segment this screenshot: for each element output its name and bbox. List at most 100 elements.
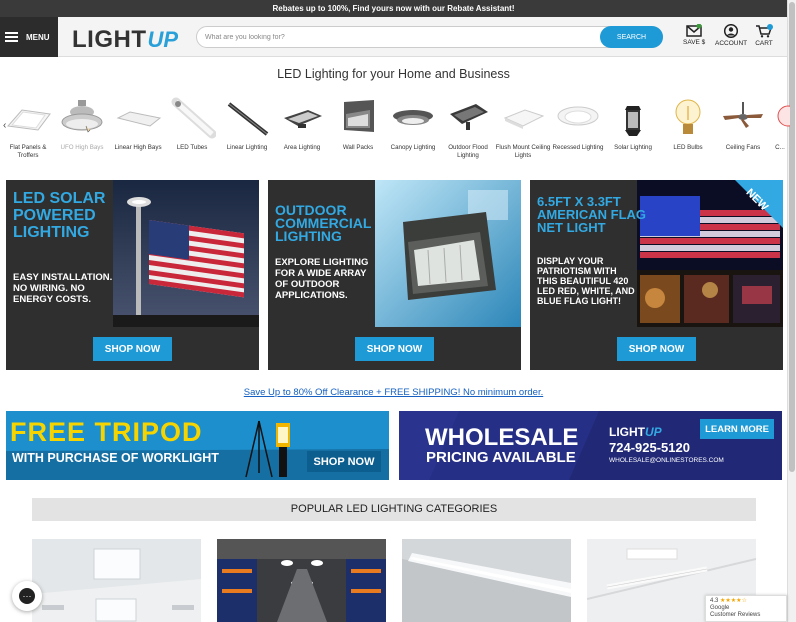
- chat-icon: ···: [19, 588, 35, 604]
- search-bar: SEARCH: [196, 26, 663, 48]
- logo-up-text: UP: [147, 27, 179, 52]
- category-label: UFO High Bays: [60, 144, 104, 151]
- outdoor-promo-subtext: EXPLORE LIGHTING FOR A WIDE ARRAY OF OUT…: [275, 257, 369, 301]
- led-tube-image: [168, 96, 217, 140]
- category-label: Outdoor Flood Lighting: [448, 144, 488, 159]
- flag-promo-headline: 6.5FT X 3.3FT AMERICAN FLAG NET LIGHT: [537, 194, 647, 235]
- solar-promo-headline: LED SOLAR POWERED LIGHTING: [13, 190, 106, 241]
- category-canopy-lighting[interactable]: Canopy Lighting: [385, 96, 441, 152]
- flush-mount-image: [499, 96, 547, 140]
- area-light-image: [278, 96, 326, 140]
- google-reviews-badge[interactable]: 4.3 ★★★★☆ Google Customer Reviews: [705, 595, 787, 622]
- free-tripod-banner[interactable]: FREE TRIPOD WITH PURCHASE OF WORKLIGHT S…: [6, 411, 389, 480]
- category-label: Wall Packs: [342, 144, 374, 151]
- hamburger-icon: [5, 32, 18, 42]
- clearance-link[interactable]: Save Up to 80% Off Clearance + FREE SHIP…: [0, 387, 787, 398]
- chat-widget-button[interactable]: ···: [12, 581, 42, 611]
- solar-promo-subtext: EASY INSTALLATION. NO WIRING. NO ENERGY …: [13, 272, 113, 305]
- customer-reviews-label: Customer Reviews: [710, 612, 761, 618]
- category-linear-lighting[interactable]: Linear Lighting: [219, 96, 275, 152]
- user-icon: [724, 24, 739, 38]
- site-header: MENU LIGHT UP SEARCH SAVE $ ACCOUNT CART: [0, 17, 787, 57]
- flat-panel-image: [4, 96, 52, 140]
- category-label: Flat Panels & Troffers: [9, 144, 47, 159]
- tripod-subtitle: WITH PURCHASE OF WORKLIGHT: [12, 451, 219, 465]
- category-flush-mount[interactable]: Flush Mount Ceiling Lights: [495, 96, 551, 160]
- category-outdoor-flood[interactable]: Outdoor Flood Lighting: [440, 96, 496, 160]
- google-label: Google: [710, 605, 730, 611]
- tripod-shop-now-button[interactable]: SHOP NOW: [307, 451, 381, 472]
- menu-button[interactable]: MENU: [0, 17, 58, 57]
- category-flat-panels[interactable]: Flat Panels & Troffers: [0, 96, 56, 160]
- shop-now-button[interactable]: SHOP NOW: [617, 337, 696, 361]
- account-link[interactable]: ACCOUNT: [715, 24, 747, 47]
- category-label: Linear High Bays: [114, 144, 162, 151]
- popular-tile-linear-fixtures[interactable]: [402, 539, 571, 622]
- partial-category-image: [770, 96, 790, 140]
- save-label: SAVE $: [683, 39, 706, 46]
- envelope-icon: [686, 24, 702, 37]
- site-logo[interactable]: LIGHT UP: [72, 22, 178, 54]
- popular-tile-high-bays[interactable]: [217, 539, 386, 622]
- promo-solar-lighting[interactable]: LED SOLAR POWERED LIGHTING EASY INSTALLA…: [6, 180, 259, 370]
- google-rating-value: 4.3: [710, 598, 719, 604]
- canopy-light-image: [389, 96, 437, 140]
- category-recessed-lighting[interactable]: Recessed Lighting: [550, 96, 606, 152]
- promo-flag-net-light[interactable]: NEW 6.5FT X 3.3FT AMERICAN FLAG NET LIGH…: [530, 180, 783, 370]
- popular-tile-flat-panels[interactable]: [32, 539, 201, 622]
- category-label: Area Lighting: [283, 144, 321, 151]
- solar-light-image: [609, 96, 657, 140]
- ufo-high-bay-image: [58, 96, 106, 140]
- category-label: Linear Lighting: [226, 144, 268, 151]
- rating-stars-icon: ★★★★☆: [720, 598, 747, 604]
- category-solar-lighting[interactable]: Solar Lighting: [605, 96, 661, 152]
- wholesale-title: WHOLESALE: [425, 424, 579, 451]
- wholesale-email[interactable]: WHOLESALE@ONLINESTORES.COM: [609, 457, 724, 464]
- category-led-tubes[interactable]: LED Tubes: [164, 96, 220, 152]
- linear-light-image: [223, 96, 271, 140]
- category-label: Recessed Lighting: [552, 144, 604, 151]
- category-area-lighting[interactable]: Area Lighting: [274, 96, 330, 152]
- category-partial[interactable]: C...: [770, 96, 790, 152]
- flood-light-image: [444, 96, 492, 140]
- flat-panel-room-image: [32, 539, 201, 622]
- tripod-title: FREE TRIPOD: [10, 417, 203, 447]
- cart-icon: [756, 24, 773, 38]
- cart-label: CART: [755, 40, 773, 47]
- page-scrollbar[interactable]: [787, 0, 796, 622]
- category-label: C...: [775, 144, 785, 151]
- flag-promo-subtext: DISPLAY YOUR PATRIOTISM WITH THIS BEAUTI…: [537, 256, 635, 306]
- category-label: Flush Mount Ceiling Lights: [495, 144, 551, 159]
- search-button[interactable]: SEARCH: [600, 26, 663, 48]
- menu-label: MENU: [26, 32, 50, 42]
- logo-light-text: LIGHT: [72, 26, 147, 53]
- outdoor-promo-headline: OUTDOOR COMMERCIAL LIGHTING: [275, 202, 372, 244]
- search-input[interactable]: [205, 30, 585, 45]
- shop-now-button[interactable]: SHOP NOW: [93, 337, 172, 361]
- cart-link[interactable]: CART: [755, 24, 773, 47]
- wall-pack-image: [334, 96, 382, 140]
- category-ufo-high-bays[interactable]: UFO High Bays: [54, 96, 110, 152]
- wholesale-logo-light: LIGHT: [609, 425, 645, 439]
- promo-outdoor-commercial[interactable]: OUTDOOR COMMERCIAL LIGHTING EXPLORE LIGH…: [268, 180, 521, 370]
- category-ceiling-fans[interactable]: Ceiling Fans: [715, 96, 771, 152]
- category-label: Ceiling Fans: [725, 144, 761, 151]
- led-bulb-image: [664, 96, 712, 140]
- category-led-bulbs[interactable]: LED Bulbs: [660, 96, 716, 152]
- strip-light-image: [402, 539, 571, 622]
- wholesale-banner[interactable]: WHOLESALE PRICING AVAILABLE LIGHTUP 724-…: [399, 411, 782, 480]
- category-wall-packs[interactable]: Wall Packs: [330, 96, 386, 152]
- page-tagline: LED Lighting for your Home and Business: [277, 67, 510, 81]
- wholesale-phone[interactable]: 724-925-5120: [609, 440, 690, 455]
- wholesale-logo-up: UP: [645, 425, 662, 439]
- shop-now-button[interactable]: SHOP NOW: [355, 337, 434, 361]
- rebate-announcement-bar[interactable]: Rebates up to 100%, Find yours now with …: [0, 0, 787, 17]
- warehouse-image: [217, 539, 386, 622]
- wholesale-subtitle: PRICING AVAILABLE: [426, 449, 576, 466]
- linear-high-bay-image: [114, 96, 162, 140]
- category-linear-high-bays[interactable]: Linear High Bays: [110, 96, 166, 152]
- scrollbar-thumb[interactable]: [789, 2, 795, 472]
- learn-more-button[interactable]: LEARN MORE: [700, 419, 774, 439]
- popular-categories-header: POPULAR LED LIGHTING CATEGORIES: [32, 498, 756, 521]
- save-link[interactable]: SAVE $: [683, 24, 705, 46]
